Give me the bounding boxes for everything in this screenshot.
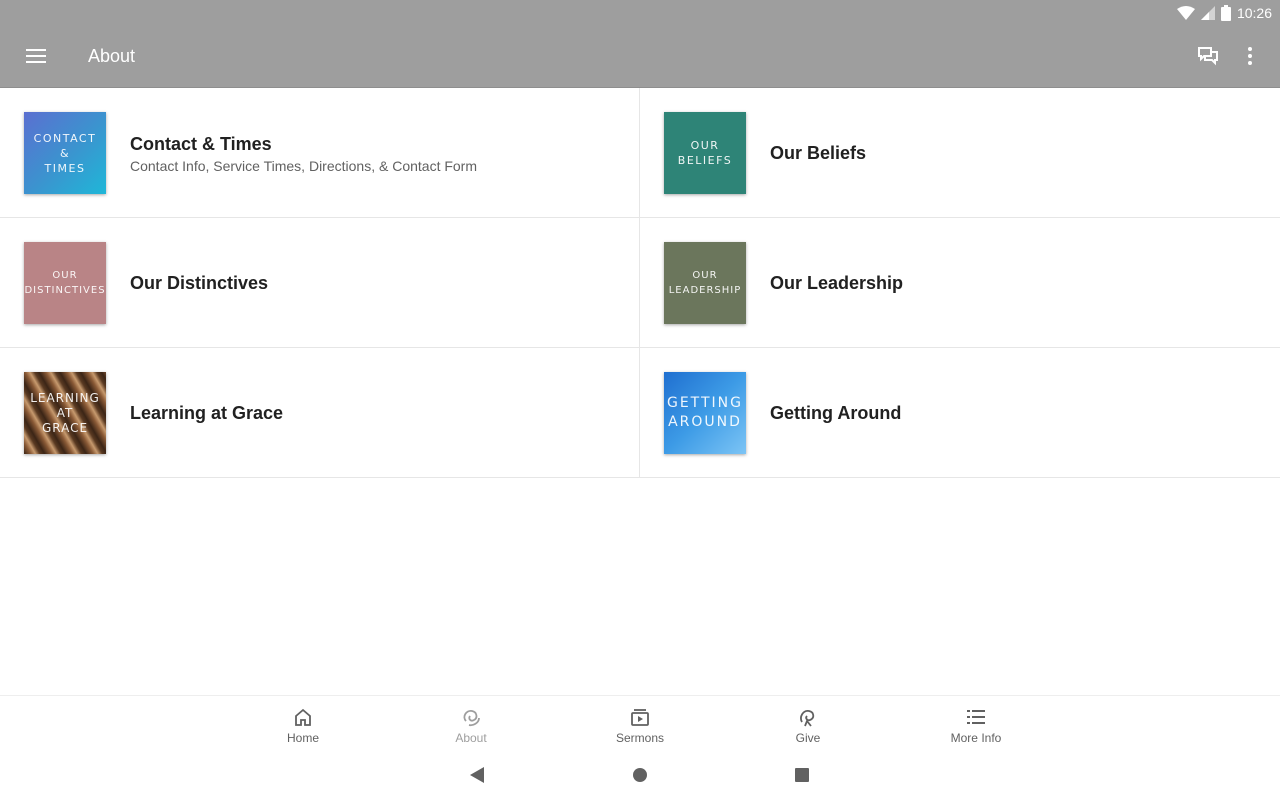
nav-about[interactable]: About	[411, 696, 531, 751]
nav-home[interactable]: Home	[243, 696, 363, 751]
item-our-leadership[interactable]: OUR LEADERSHIP Our Leadership	[640, 218, 1280, 348]
system-navigation-bar	[0, 750, 1280, 800]
nav-more-info[interactable]: More Info	[916, 696, 1036, 751]
thumb-line: LEARNING	[30, 390, 100, 405]
our-distinctives-thumbnail: OUR DISTINCTIVES	[24, 242, 106, 324]
back-icon	[467, 767, 487, 789]
item-title: Learning at Grace	[130, 403, 284, 423]
item-title: Our Beliefs	[770, 143, 867, 163]
thumb-line: OUR	[690, 139, 720, 152]
battery-icon	[1220, 5, 1231, 21]
about-grid: CONTACT & TIMES Contact & Times Contact …	[0, 88, 1280, 478]
item-our-beliefs[interactable]: OUR BELIEFS Our Beliefs	[640, 88, 1280, 218]
learning-at-grace-thumbnail: LEARNING AT GRACE	[24, 372, 106, 454]
thumb-line: OUR	[52, 270, 78, 281]
menu-button[interactable]	[22, 44, 50, 68]
give-icon	[748, 706, 868, 728]
item-getting-around[interactable]: GETTING AROUND Getting Around	[640, 348, 1280, 478]
menu-icon	[22, 49, 50, 72]
sermons-icon	[580, 706, 700, 728]
chat-icon	[1196, 47, 1220, 72]
nav-label: About	[455, 731, 487, 745]
thumb-line: OUR	[692, 270, 718, 281]
nav-label: Give	[795, 731, 821, 745]
thumb-line: &	[59, 146, 71, 160]
app-bar: About	[0, 26, 1280, 86]
recents-icon	[792, 768, 812, 789]
status-bar: 10:26	[1176, 4, 1272, 22]
item-title: Our Leadership	[770, 273, 904, 293]
item-subtitle: Contact Info, Service Times, Directions,…	[130, 158, 478, 174]
nav-label: Sermons	[615, 731, 665, 745]
chat-button[interactable]	[1196, 44, 1220, 68]
wifi-icon	[1176, 6, 1195, 20]
thumb-line: DISTINCTIVES	[24, 285, 106, 296]
contact-times-thumbnail: CONTACT & TIMES	[24, 112, 106, 194]
thumb-line: AROUND	[668, 414, 742, 430]
more-vert-icon	[1240, 47, 1260, 72]
overflow-menu-button[interactable]	[1240, 44, 1260, 68]
top-app-bar: 10:26 About	[0, 0, 1280, 88]
thumb-line: LEADERSHIP	[668, 285, 742, 296]
thumb-line: GETTING	[666, 395, 743, 411]
item-title: Contact & Times	[130, 134, 272, 154]
thumb-line: CONTACT	[33, 131, 97, 145]
nav-label: Home	[286, 731, 319, 745]
signal-icon	[1200, 6, 1215, 20]
item-contact-times[interactable]: CONTACT & TIMES Contact & Times Contact …	[0, 88, 640, 218]
about-icon	[411, 706, 531, 728]
our-beliefs-thumbnail: OUR BELIEFS	[664, 112, 746, 194]
page-title: About	[88, 46, 136, 66]
item-our-distinctives[interactable]: OUR DISTINCTIVES Our Distinctives	[0, 218, 640, 348]
getting-around-thumbnail: GETTING AROUND	[664, 372, 746, 454]
nav-sermons[interactable]: Sermons	[580, 696, 700, 751]
home-icon	[243, 706, 363, 728]
thumb-line: BELIEFS	[677, 154, 733, 167]
nav-give[interactable]: Give	[748, 696, 868, 751]
home-circle-icon	[630, 768, 650, 789]
our-leadership-thumbnail: OUR LEADERSHIP	[664, 242, 746, 324]
nav-label: More Info	[950, 731, 1002, 745]
thumb-line: AT	[56, 405, 74, 420]
bottom-navigation: Home About Sermons Give More Info	[0, 695, 1280, 750]
system-recents-button[interactable]	[792, 765, 812, 785]
item-title: Our Distinctives	[130, 273, 269, 293]
thumb-line: TIMES	[44, 161, 86, 175]
status-time: 10:26	[1236, 5, 1272, 21]
thumb-line: GRACE	[41, 420, 89, 435]
system-home-button[interactable]	[630, 765, 650, 785]
item-learning-at-grace[interactable]: LEARNING AT GRACE Learning at Grace	[0, 348, 640, 478]
system-back-button[interactable]	[467, 765, 487, 785]
item-title: Getting Around	[770, 403, 902, 423]
list-icon	[916, 706, 1036, 728]
